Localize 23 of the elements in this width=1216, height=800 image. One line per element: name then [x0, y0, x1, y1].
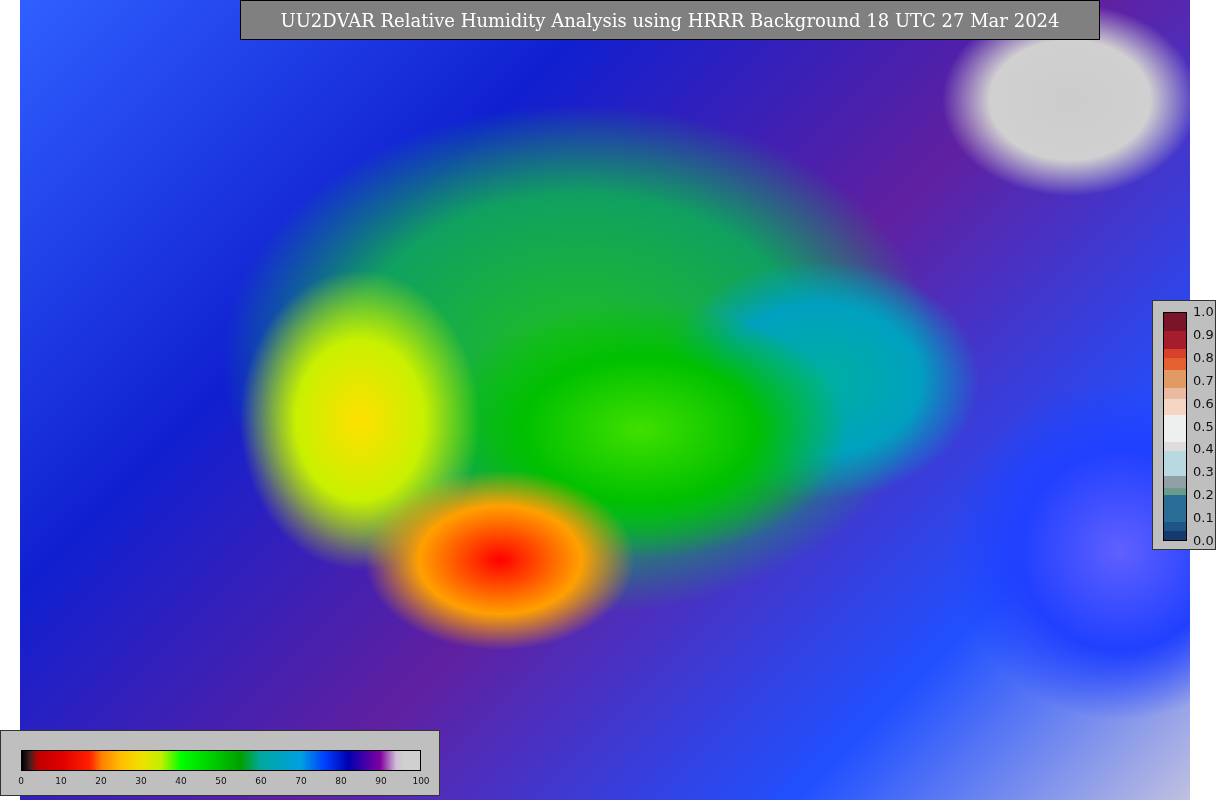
colorbar-label: 0.2	[1193, 488, 1214, 503]
colorbar-label: 1.0	[1193, 305, 1214, 319]
colorbar-label: 90	[375, 776, 387, 786]
colorbar-label: 100	[412, 776, 430, 786]
colorbar-label: 0.3	[1193, 465, 1214, 480]
colorbar-label: 20	[95, 776, 107, 786]
colorbar-label: 10	[55, 776, 67, 786]
colorbar-label: 0.1	[1193, 511, 1214, 526]
map-title: UU2DVAR Relative Humidity Analysis using HRRR Background 18 UTC 27 Mar 2024	[240, 0, 1100, 40]
colorbar-label: 60	[255, 776, 267, 786]
colorbar-label: 0.8	[1193, 350, 1214, 365]
colorbar-label: 0.9	[1193, 327, 1214, 342]
colorbar-label: 30	[135, 776, 147, 786]
colorbar-label: 0.0	[1193, 534, 1214, 548]
colorbar-label: 50	[215, 776, 227, 786]
colorbar-label: 80	[335, 776, 347, 786]
colorbar-label: 0.7	[1193, 373, 1214, 388]
colorbar-label: 0.6	[1193, 396, 1214, 411]
colorbar-label: 0.5	[1193, 419, 1214, 434]
colorbar-label: 70	[295, 776, 307, 786]
colorbar-label: 40	[175, 776, 187, 786]
colorbar-label: 0.4	[1193, 442, 1214, 457]
colorbar-label: 0	[18, 776, 24, 786]
